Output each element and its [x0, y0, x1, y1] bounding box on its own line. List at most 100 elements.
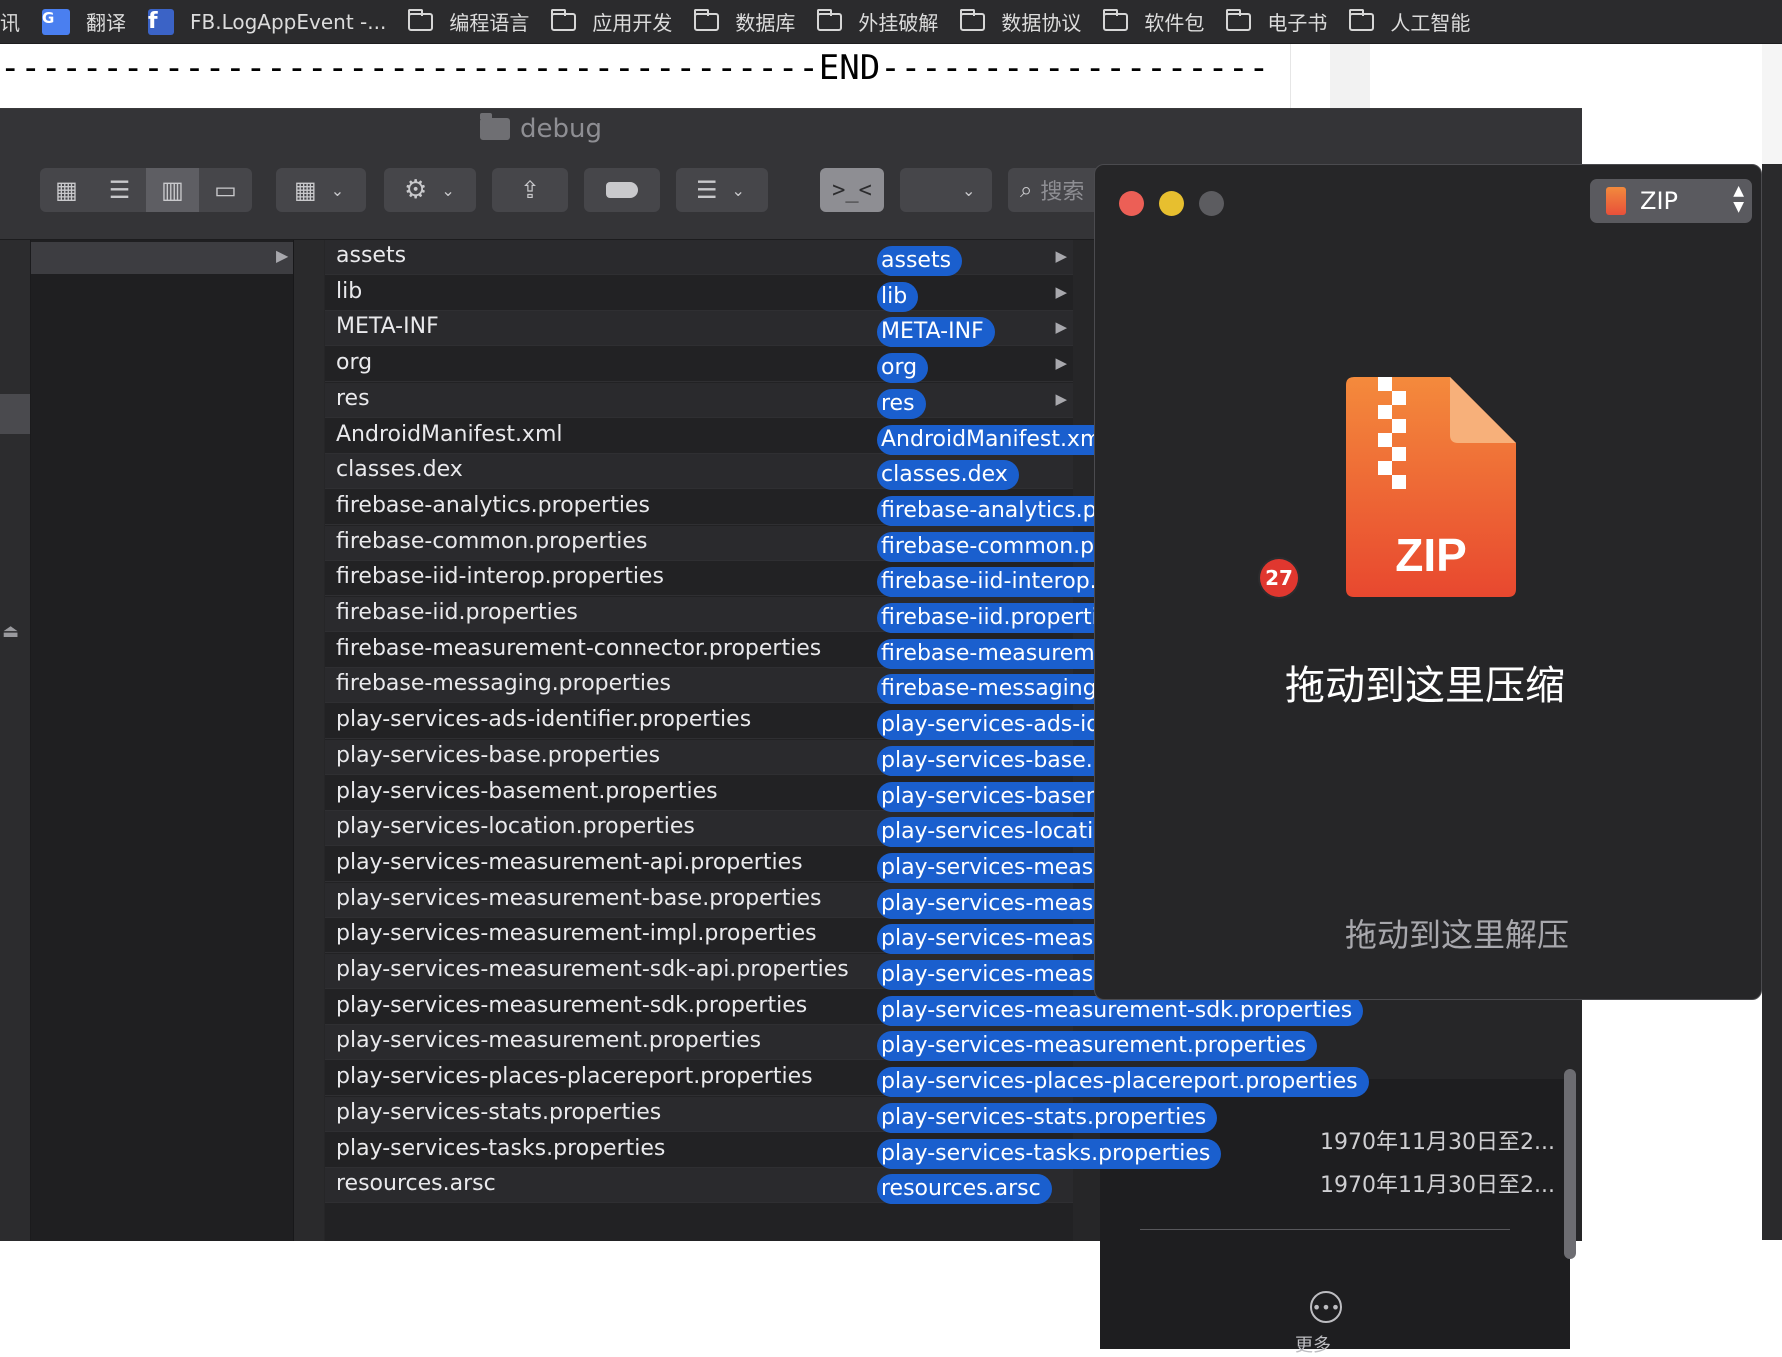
file-name: org — [336, 350, 373, 376]
modified-date: 1970年11月30日至2... — [1320, 1173, 1555, 1198]
file-name: firebase-messaging.properties — [336, 671, 671, 697]
zip-drop-panel: ZIP ▲ ▼ ZIP 拖动到这里压缩 拖动到这里解压 — [1094, 164, 1762, 1000]
drag-file-pill: play-services-tasks.properties — [877, 1138, 1222, 1169]
minimize-button[interactable] — [1159, 191, 1184, 216]
folder-icon — [551, 8, 577, 31]
bookmark-item[interactable]: G 翻译 — [42, 7, 126, 36]
drag-file-pill: resources.arsc — [877, 1174, 1052, 1205]
file-name: play-services-basement.properties — [336, 778, 718, 804]
drag-file-pill: assets — [877, 246, 963, 276]
window-title: debug — [480, 113, 602, 144]
grid-icon: ▦ — [294, 176, 317, 204]
arrange-button[interactable]: ☰ ⌄ — [676, 168, 768, 212]
file-name: lib — [336, 278, 363, 304]
drag-file-pill: org — [877, 353, 929, 384]
scrollbar[interactable] — [1564, 1069, 1576, 1259]
search-field[interactable]: ⌕ 搜索 — [1008, 168, 1108, 212]
folder-icon — [408, 8, 434, 31]
icon-view-button[interactable]: ▦ — [40, 168, 93, 212]
file-name: classes.dex — [336, 457, 463, 483]
more-label: 更多 — [1295, 1335, 1331, 1356]
close-button[interactable] — [1119, 191, 1144, 216]
action-menu-button[interactable]: ⚙ ⌄ — [384, 168, 476, 212]
chevron-down-icon: ⌄ — [441, 180, 455, 200]
bookmark-item[interactable]: 人工智能 — [1349, 7, 1470, 36]
file-name: firebase-common.properties — [336, 528, 648, 554]
bookmark-item[interactable]: 讯 — [0, 7, 20, 36]
bookmark-item[interactable]: 外挂破解 — [817, 7, 938, 36]
background-edge — [1762, 164, 1782, 1240]
bookmark-label: 讯 — [0, 11, 20, 35]
file-name: resources.arsc — [336, 1171, 496, 1197]
file-name: play-services-measurement.properties — [336, 1028, 762, 1054]
chevron-down-icon: ⌄ — [731, 180, 745, 200]
archive-format-select[interactable]: ZIP ▲ ▼ — [1590, 179, 1752, 223]
sidebar — [0, 240, 31, 1241]
file-name: play-services-measurement-sdk.properties — [336, 992, 808, 1018]
background-divider — [1290, 44, 1291, 114]
file-name: play-services-places-placereport.propert… — [336, 1064, 813, 1090]
tag-icon — [606, 182, 638, 198]
folder-icon — [694, 8, 720, 31]
file-name: play-services-tasks.properties — [336, 1135, 666, 1161]
bookmark-label: FB.LogAppEvent -... — [190, 9, 387, 34]
drag-file-pill: play-services-measurement-sdk.properties — [877, 995, 1364, 1026]
bookmark-item[interactable]: f FB.LogAppEvent -... — [148, 8, 387, 35]
file-name: META-INF — [336, 314, 439, 340]
bookmark-item[interactable]: 数据协议 — [960, 7, 1081, 36]
parent-column-selected-row[interactable] — [31, 242, 293, 274]
bookmark-label: 数据协议 — [1001, 11, 1082, 35]
path-dropdown[interactable]: ⌄ — [900, 168, 992, 212]
file-row[interactable]: res ▶ — [325, 382, 1073, 418]
share-icon: ⇪ — [519, 176, 541, 204]
bookmark-item[interactable]: 应用开发 — [551, 7, 672, 36]
chevron-updown-icon: ▲ ▼ — [1733, 183, 1744, 215]
sidebar-selected-item[interactable] — [0, 394, 30, 434]
more-icon[interactable]: ••• — [1310, 1291, 1342, 1323]
group-by-button[interactable]: ▦ ⌄ — [276, 168, 366, 212]
file-name: res — [336, 385, 370, 411]
end-separator-text: ----------------------------------------… — [0, 48, 1270, 88]
list-view-button[interactable]: ☰ — [93, 168, 146, 212]
background-scroll-area — [1330, 44, 1370, 114]
columns-icon: ▥ — [161, 176, 184, 204]
file-name: firebase-iid.properties — [336, 600, 578, 625]
window-title-text: debug — [520, 114, 602, 144]
drag-file-pill: play-services-measurement.properties — [877, 1031, 1318, 1062]
archive-format-value: ZIP — [1640, 187, 1678, 215]
folder-icon — [1103, 8, 1129, 31]
grid-icon: ▦ — [55, 176, 78, 204]
chevron-right-icon: ▶ — [1055, 247, 1067, 265]
eject-icon[interactable]: ⏏ — [2, 621, 19, 642]
zoom-button[interactable] — [1199, 191, 1224, 216]
file-name: assets — [336, 243, 407, 268]
file-name: play-services-measurement-impl.propertie… — [336, 921, 817, 947]
bookmark-item[interactable]: 数据库 — [694, 7, 795, 36]
chevron-right-icon: ▶ — [1055, 389, 1067, 408]
bookmark-item[interactable]: 电子书 — [1226, 7, 1327, 36]
drag-file-pill: lib — [877, 281, 919, 312]
file-row[interactable]: lib ▶ — [325, 276, 1073, 311]
bookmark-label: 软件包 — [1144, 11, 1205, 35]
folder-icon — [480, 113, 510, 140]
tags-button[interactable] — [584, 168, 660, 212]
file-name: firebase-analytics.properties — [336, 492, 650, 518]
bookmark-item[interactable]: 软件包 — [1103, 7, 1204, 36]
file-name: AndroidManifest.xml — [336, 421, 563, 447]
facebook-icon: f — [148, 8, 174, 35]
drag-file-pill: AndroidManifest.xml — [877, 424, 1119, 455]
share-button[interactable]: ⇪ — [492, 168, 568, 212]
info-divider — [1140, 1229, 1510, 1230]
column-view-button[interactable]: ▥ — [146, 168, 199, 212]
created-date: 1970年11月30日至2... — [1320, 1130, 1555, 1155]
bookmark-item[interactable]: 编程语言 — [408, 7, 529, 36]
drag-file-pill: play-services-places-placereport.propert… — [877, 1067, 1369, 1098]
bookmark-label: 应用开发 — [592, 11, 673, 35]
chevron-right-icon: ▶ — [1055, 318, 1067, 337]
file-row[interactable]: org ▶ — [325, 347, 1073, 383]
gallery-view-button[interactable]: ▭ — [199, 168, 252, 212]
column-divider[interactable] — [294, 240, 324, 1241]
extract-drop-label: 拖动到这里解压 — [1345, 916, 1570, 954]
list-icon: ☰ — [108, 176, 131, 204]
terminal-button[interactable]: >_< — [820, 168, 884, 212]
